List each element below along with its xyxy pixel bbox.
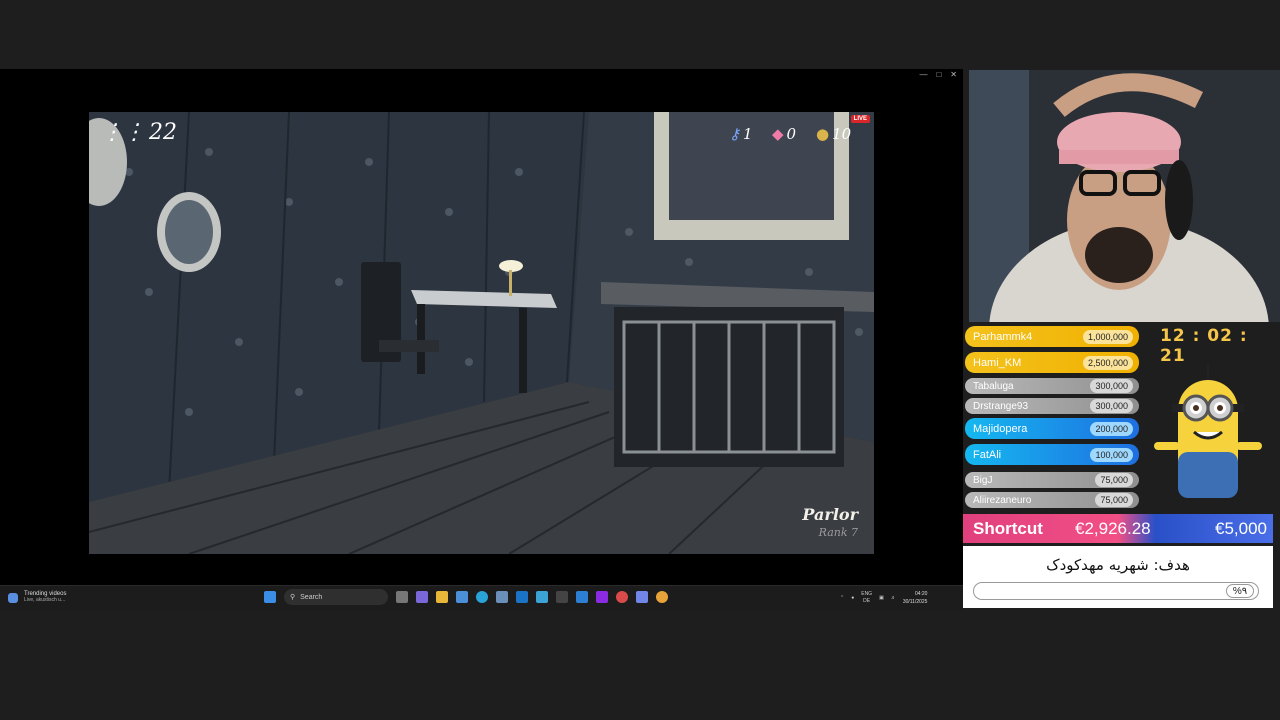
news-subtitle: Live, akustisch u... (24, 597, 66, 603)
leaderboard-row: Majidopera 200,000 (965, 418, 1139, 439)
search-placeholder: Search (300, 593, 323, 601)
microphone-icon[interactable]: ● (851, 595, 854, 601)
goal-panel: هدف: شهریه مهدکودک %۹ (963, 546, 1273, 608)
leaderboard-row: Hami_KM 2,500,000 (965, 352, 1139, 373)
donor-name: Aliirezaneuro (973, 494, 1032, 506)
taskbar-apps: ⚲ Search (264, 589, 668, 605)
gem-icon: ◆ (772, 125, 784, 143)
donor-name: Drstrange93 (973, 400, 1029, 412)
vscode-icon[interactable] (576, 591, 588, 603)
clock-time: 04:20 (914, 591, 928, 597)
taskbar-search[interactable]: ⚲ Search (284, 589, 388, 605)
donation-goal-bar: Shortcut €2,926.28 €5,000 (963, 514, 1273, 543)
keys-counter: ⚷ 1 (729, 125, 753, 143)
donor-amount: 2,500,000 (1082, 355, 1133, 370)
rider-icon[interactable] (596, 591, 608, 603)
network-icon[interactable]: ▣ (879, 595, 884, 601)
volume-icon[interactable]: ♬ (891, 595, 896, 601)
app-red-icon[interactable] (616, 591, 628, 603)
donor-amount: 75,000 (1095, 493, 1133, 507)
gems-value: 0 (786, 125, 797, 143)
minimize-icon[interactable]: — (919, 70, 927, 79)
footsteps-icon: ⋮⋮ (101, 120, 145, 145)
chrome-icon[interactable] (656, 591, 668, 603)
donor-name: Hami_KM (973, 356, 1022, 369)
donor-amount: 200,000 (1090, 421, 1133, 436)
search-icon: ⚲ (290, 594, 296, 601)
donor-name: FatAli (973, 448, 1002, 461)
clock-date: 30/11/2025 (902, 599, 928, 605)
news-icon (8, 593, 18, 603)
leaderboard-row: BigJ 75,000 (965, 472, 1139, 488)
coin-icon: ● (816, 125, 830, 143)
file-explorer-icon[interactable] (436, 591, 448, 603)
donor-name: BigJ (973, 474, 993, 486)
live-badge: LIVE (850, 115, 870, 123)
game-scene (89, 112, 874, 554)
window-controls: — □ ✕ (919, 70, 957, 79)
lang-bottom: DE (863, 598, 871, 604)
chevron-up-icon[interactable]: ⌃ (840, 595, 844, 601)
outlook-icon[interactable] (516, 591, 528, 603)
streamer-video (969, 70, 1280, 322)
room-rank: Rank 7 (818, 526, 858, 539)
clock[interactable]: 04:20 30/11/2025 (903, 590, 928, 606)
key-icon: ⚷ (729, 125, 740, 143)
language-indicator[interactable]: ENG DE (861, 591, 872, 605)
game-window: — □ ✕ ⋮⋮ 22 ⚷ 1 ◆ 0 ● 10 LIVE Parlor Ran… (0, 69, 963, 609)
donor-amount: 300,000 (1090, 379, 1133, 393)
task-view-icon[interactable] (396, 591, 408, 603)
goal-progress-bar: %۹ (973, 582, 1259, 600)
news-widget[interactable]: Trending videos Live, akustisch u... (8, 591, 66, 603)
maximize-icon[interactable]: □ (936, 70, 941, 79)
donation-goal: €5,000 (1215, 519, 1267, 538)
coins-counter: ● 10 (816, 125, 851, 143)
taskbar: Trending videos Live, akustisch u... ⚲ S… (0, 585, 963, 610)
donor-amount: 1,000,000 (1082, 329, 1133, 344)
system-tray: ⌃ ● ENG DE ▣ ♬ 04:20 30/11/2025 (840, 590, 927, 606)
close-icon[interactable]: ✕ (950, 70, 957, 79)
coins-value: 10 (832, 125, 852, 143)
game-viewport[interactable]: ⋮⋮ 22 ⚷ 1 ◆ 0 ● 10 LIVE Parlor Rank 7 (89, 112, 874, 554)
donor-amount: 300,000 (1090, 399, 1133, 413)
steps-counter: ⋮⋮ 22 (101, 120, 177, 145)
goal-percent: %۹ (1226, 584, 1254, 598)
goal-text: هدف: شهریه مهدکودک (1046, 556, 1190, 574)
donor-amount: 75,000 (1095, 473, 1133, 487)
photos-icon[interactable] (496, 591, 508, 603)
donor-name: Majidopera (973, 422, 1028, 435)
start-icon[interactable] (264, 591, 276, 603)
teams-icon[interactable] (416, 591, 428, 603)
leaderboard-row: Aliirezaneuro 75,000 (965, 492, 1139, 508)
leaderboard-row: Drstrange93 300,000 (965, 398, 1139, 414)
store-icon[interactable] (456, 591, 468, 603)
donor-amount: 100,000 (1090, 447, 1133, 462)
minion-mascot (1148, 352, 1272, 504)
room-name: Parlor (802, 505, 858, 524)
edge-icon[interactable] (476, 591, 488, 603)
donor-name: Tabaluga (973, 380, 1014, 392)
terminal-icon[interactable] (556, 591, 568, 603)
gems-counter: ◆ 0 (772, 125, 796, 143)
lang-top: ENG (861, 591, 873, 597)
webcam-feed (969, 70, 1280, 322)
discord-icon[interactable] (636, 591, 648, 603)
minion-image (1154, 364, 1262, 498)
leaderboard-row: Parhammk4 1,000,000 (965, 326, 1139, 347)
leaderboard-row: Tabaluga 300,000 (965, 378, 1139, 394)
keys-value: 1 (743, 125, 753, 143)
donation-current: €2,926.28 (1075, 519, 1151, 538)
leaderboard-row: FatAli 100,000 (965, 444, 1139, 465)
donor-name: Parhammk4 (973, 330, 1033, 343)
donation-label: Shortcut (973, 519, 1043, 538)
app-icon[interactable] (536, 591, 548, 603)
steps-value: 22 (149, 120, 177, 145)
